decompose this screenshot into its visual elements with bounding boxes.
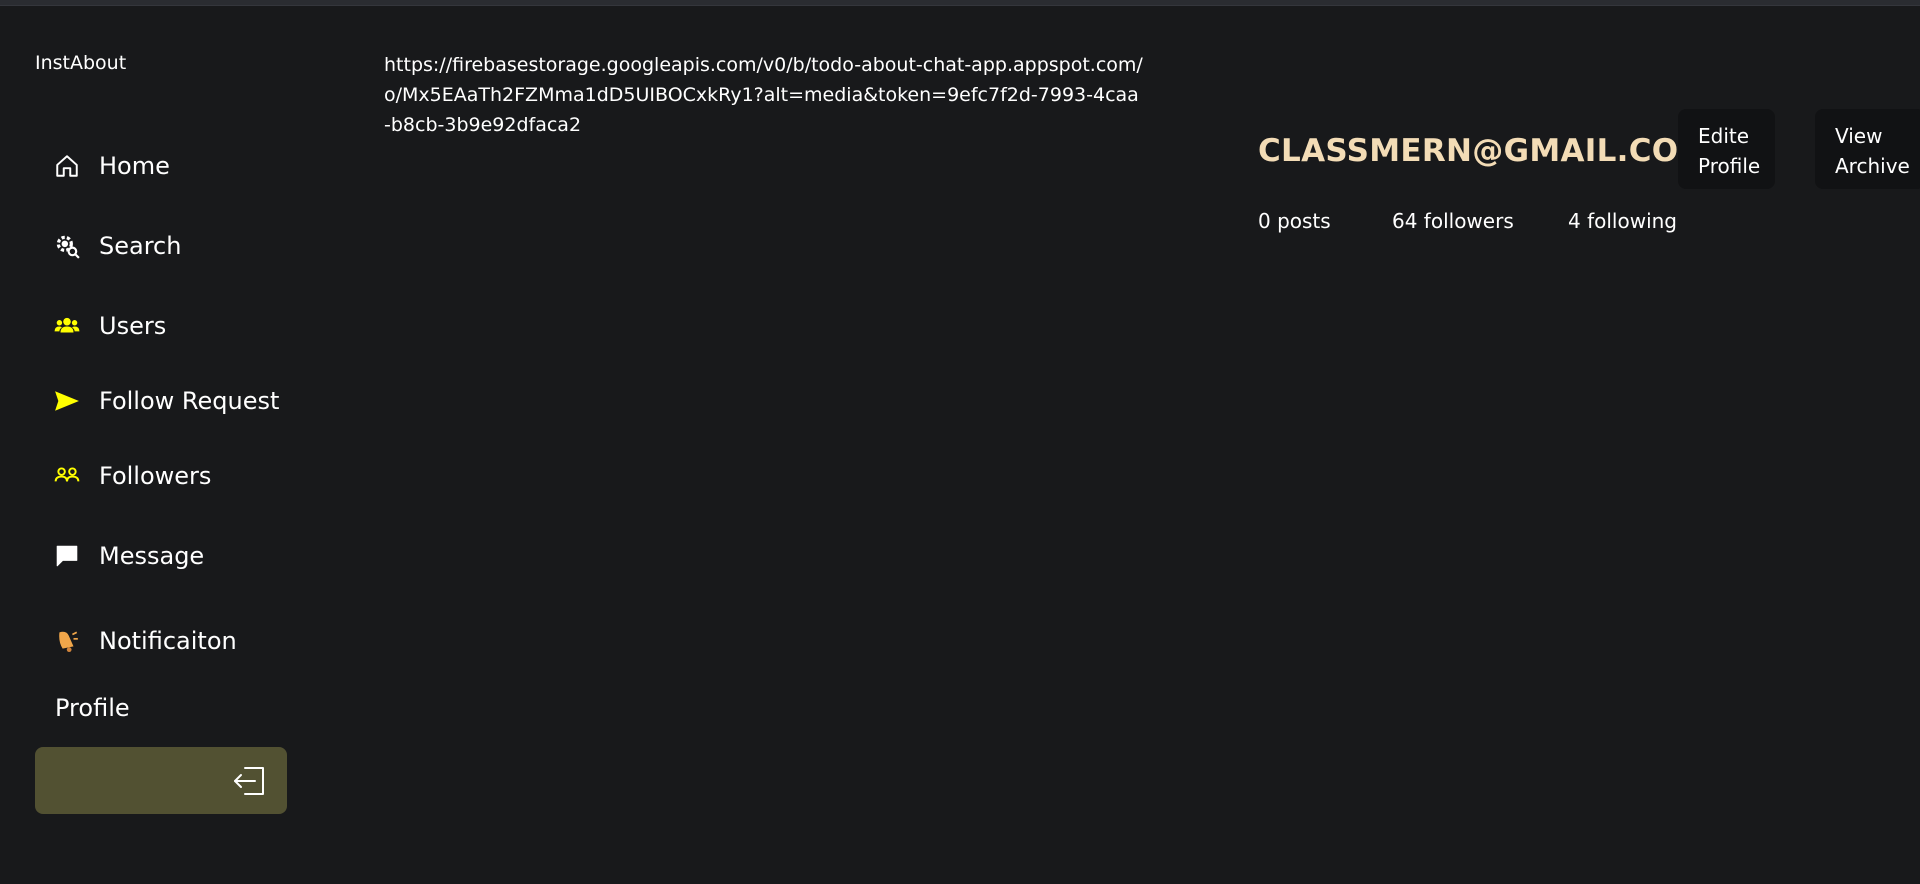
image-url-text: https://firebasestorage.googleapis.com/v… bbox=[384, 54, 1143, 136]
brand-logo[interactable]: InstAbout bbox=[35, 52, 126, 74]
sidebar-item-users[interactable]: Users bbox=[53, 306, 166, 346]
sidebar-item-label: Search bbox=[99, 232, 182, 260]
edit-profile-button[interactable]: Edite Profile bbox=[1678, 109, 1775, 189]
users-icon bbox=[53, 312, 81, 340]
logout-button[interactable] bbox=[35, 747, 287, 814]
sidebar-item-label: Home bbox=[99, 152, 170, 180]
send-icon bbox=[53, 387, 81, 415]
logout-icon bbox=[231, 765, 267, 801]
following-count[interactable]: 4 following bbox=[1568, 209, 1677, 233]
home-icon bbox=[53, 152, 81, 180]
message-icon bbox=[53, 542, 81, 570]
sidebar-item-label: Message bbox=[99, 542, 205, 570]
view-archive-button[interactable]: View Archive bbox=[1815, 109, 1920, 189]
sidebar-item-notification[interactable]: Notificaiton bbox=[53, 621, 237, 661]
sidebar-item-followers[interactable]: Followers bbox=[53, 456, 211, 496]
sidebar-item-home[interactable]: Home bbox=[53, 146, 170, 186]
followers-icon bbox=[53, 462, 81, 490]
profile-username: CLASSMERN@GMAIL.COM bbox=[1258, 133, 1710, 169]
sidebar-item-follow-request[interactable]: Follow Request bbox=[53, 381, 279, 421]
notification-icon bbox=[53, 627, 81, 655]
sidebar-item-message[interactable]: Message bbox=[53, 536, 204, 576]
sidebar-item-label: Followers bbox=[99, 462, 212, 490]
sidebar-item-profile[interactable]: Profile bbox=[55, 694, 130, 722]
sidebar-item-label: Users bbox=[99, 312, 167, 340]
sidebar-item-label: Follow Request bbox=[99, 387, 280, 415]
followers-count[interactable]: 64 followers bbox=[1392, 209, 1514, 233]
search-gear-icon bbox=[53, 232, 81, 260]
sidebar-item-search[interactable]: Search bbox=[53, 226, 181, 266]
window-top-bar bbox=[0, 0, 1920, 6]
posts-count: 0 posts bbox=[1258, 209, 1331, 233]
sidebar-item-label: Notificaiton bbox=[99, 627, 237, 655]
